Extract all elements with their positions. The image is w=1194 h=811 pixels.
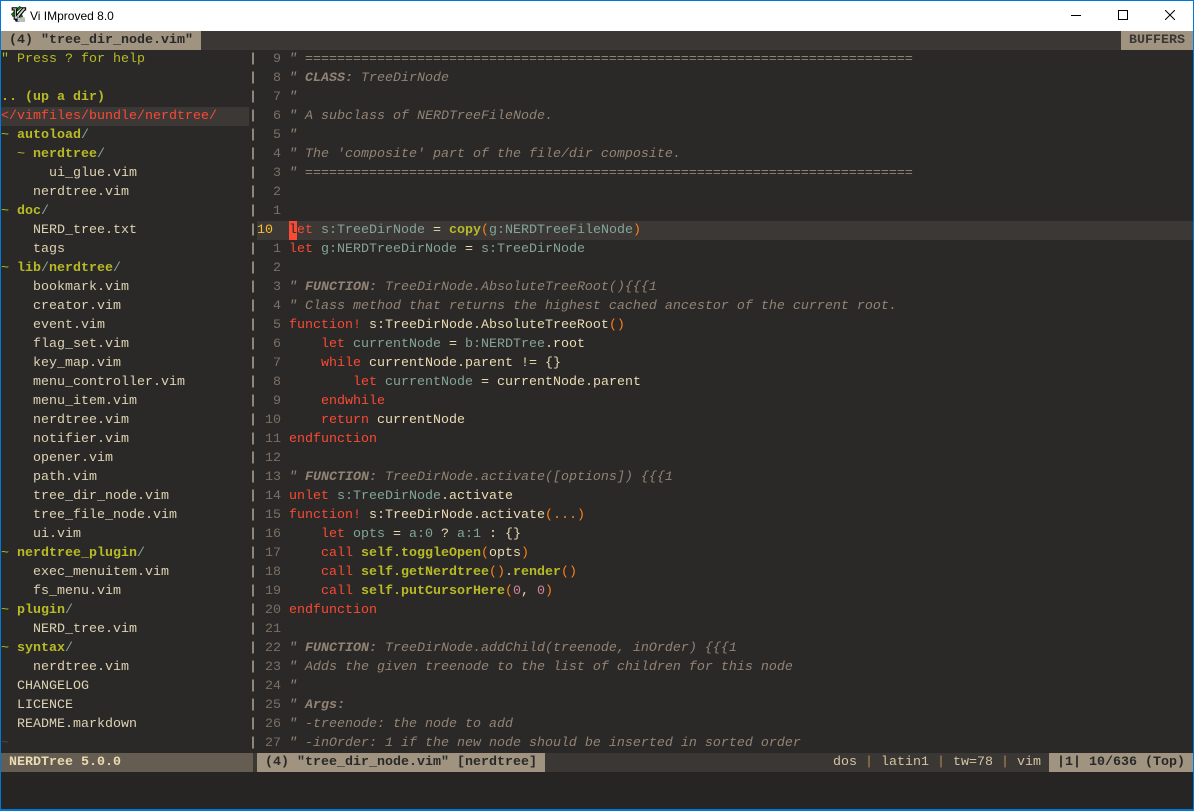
svg-text:im: im (17, 15, 25, 22)
